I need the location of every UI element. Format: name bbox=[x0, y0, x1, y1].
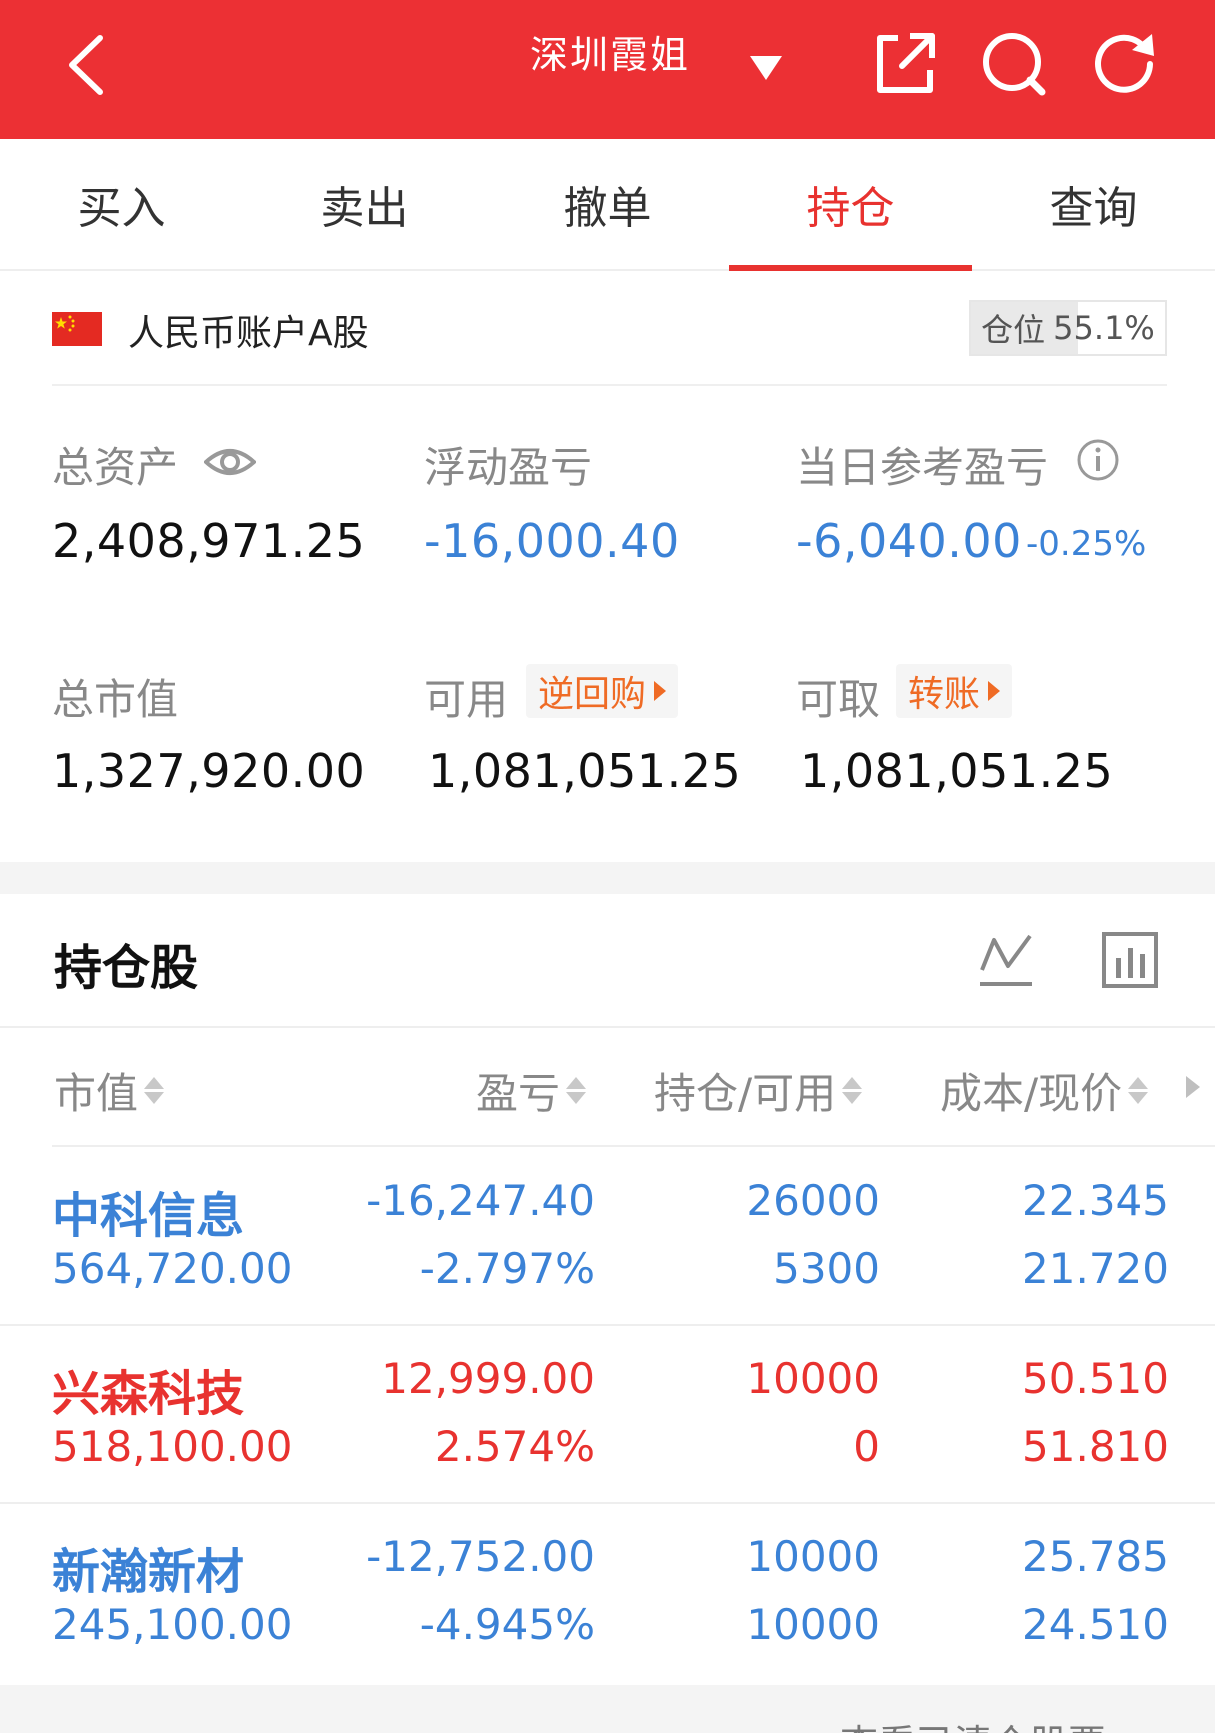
stock-market-value: 245,100.00 bbox=[52, 1600, 293, 1649]
refresh-icon[interactable] bbox=[1090, 28, 1162, 100]
account-title[interactable]: 深圳霞姐 bbox=[530, 24, 690, 79]
back-icon[interactable] bbox=[60, 30, 120, 100]
divider bbox=[52, 1145, 1215, 1147]
stock-cost: 50.510 bbox=[1022, 1354, 1169, 1403]
stock-cost: 22.345 bbox=[1022, 1176, 1169, 1225]
stock-position: 10000 bbox=[746, 1532, 880, 1581]
tab-query[interactable]: 查询 bbox=[972, 139, 1215, 269]
sort-icon bbox=[1128, 1077, 1149, 1104]
stock-price: 24.510 bbox=[1022, 1600, 1169, 1649]
play-arrow-icon bbox=[654, 681, 667, 701]
floating-pl-label: 浮动盈亏 bbox=[424, 443, 593, 492]
stock-price: 51.810 bbox=[1022, 1422, 1169, 1471]
stock-pl-percent: -4.945% bbox=[419, 1600, 595, 1649]
position-label: 仓位 bbox=[981, 311, 1046, 349]
stock-name[interactable]: 新瀚新材 bbox=[52, 1532, 244, 1602]
top-bar: 深圳霞姐 bbox=[0, 0, 1215, 139]
china-flag-icon bbox=[52, 312, 102, 346]
position-ratio-badge: 仓位 55.1% bbox=[969, 300, 1167, 356]
stock-position: 26000 bbox=[746, 1176, 880, 1225]
stock-pl-percent: 2.574% bbox=[434, 1422, 595, 1471]
total-assets-label: 总资产 bbox=[52, 443, 179, 492]
eye-icon[interactable] bbox=[204, 442, 256, 482]
sort-icon bbox=[566, 1077, 587, 1104]
stock-available: 0 bbox=[853, 1422, 880, 1471]
col-market-value[interactable]: 市值 bbox=[54, 1060, 165, 1121]
stock-market-value: 564,720.00 bbox=[52, 1244, 293, 1293]
holding-row[interactable]: 中科信息 564,720.00 -16,247.40 -2.797% 26000… bbox=[0, 1148, 1215, 1326]
col-cost-price[interactable]: 成本/现价 bbox=[940, 1060, 1149, 1121]
stock-pl: 12,999.00 bbox=[381, 1354, 595, 1403]
search-icon[interactable] bbox=[978, 28, 1050, 100]
stock-price: 21.720 bbox=[1022, 1244, 1169, 1293]
footer-band: 查看已清仓股票 > bbox=[0, 1685, 1215, 1733]
holding-row[interactable]: 新瀚新材 245,100.00 -12,752.00 -4.945% 10000… bbox=[0, 1504, 1215, 1682]
stock-name[interactable]: 兴森科技 bbox=[52, 1354, 244, 1424]
market-value-label: 总市值 bbox=[52, 675, 179, 724]
floating-pl-value: -16,000.40 bbox=[424, 514, 680, 568]
available-label: 可用 bbox=[424, 675, 509, 724]
reverse-repo-label: 逆回购 bbox=[538, 674, 647, 715]
holdings-title: 持仓股 bbox=[54, 940, 199, 996]
available-value: 1,081,051.25 bbox=[428, 744, 742, 798]
today-pl-label: 当日参考盈亏 bbox=[796, 443, 1049, 492]
cleared-stocks-link[interactable]: 查看已清仓股票 > bbox=[840, 1713, 1150, 1733]
reverse-repo-button[interactable]: 逆回购 bbox=[526, 664, 679, 718]
bar-chart-icon[interactable] bbox=[1100, 930, 1160, 990]
tab-buy[interactable]: 买入 bbox=[0, 139, 243, 269]
line-chart-icon[interactable] bbox=[976, 930, 1036, 990]
play-arrow-icon bbox=[988, 681, 1001, 701]
stock-market-value: 518,100.00 bbox=[52, 1422, 293, 1471]
account-row: 人民币账户A股 仓位 55.1% bbox=[52, 300, 1167, 386]
stock-name[interactable]: 中科信息 bbox=[52, 1176, 244, 1246]
holding-row[interactable]: 兴森科技 518,100.00 12,999.00 2.574% 10000 0… bbox=[0, 1326, 1215, 1504]
info-icon[interactable] bbox=[1076, 438, 1120, 482]
position-value: 55.1% bbox=[1053, 309, 1155, 347]
stock-available: 10000 bbox=[746, 1600, 880, 1649]
stock-pl: -12,752.00 bbox=[366, 1532, 595, 1581]
section-divider bbox=[0, 862, 1215, 894]
stock-available: 5300 bbox=[773, 1244, 880, 1293]
stock-cost: 25.785 bbox=[1022, 1532, 1169, 1581]
withdrawable-value: 1,081,051.25 bbox=[800, 744, 1114, 798]
total-assets-value: 2,408,971.25 bbox=[52, 514, 366, 568]
transfer-label: 转账 bbox=[908, 674, 981, 715]
col-position-available[interactable]: 持仓/可用 bbox=[654, 1060, 863, 1121]
today-pl-percent: -0.25% bbox=[1026, 524, 1147, 564]
stock-pl-percent: -2.797% bbox=[419, 1244, 595, 1293]
account-name: 人民币账户A股 bbox=[128, 313, 369, 354]
col-profit-loss[interactable]: 盈亏 bbox=[476, 1060, 587, 1121]
sort-icon bbox=[144, 1077, 165, 1104]
dropdown-caret-icon[interactable] bbox=[746, 52, 786, 82]
market-value: 1,327,920.00 bbox=[52, 744, 366, 798]
withdrawable-label: 可取 bbox=[796, 675, 881, 724]
tab-holdings[interactable]: 持仓 bbox=[729, 139, 972, 271]
trade-tabs: 买入 卖出 撤单 持仓 查询 bbox=[0, 139, 1215, 271]
divider bbox=[0, 1026, 1215, 1028]
today-pl-value: -6,040.00 bbox=[796, 514, 1022, 568]
tab-sell[interactable]: 卖出 bbox=[243, 139, 486, 269]
share-icon[interactable] bbox=[868, 28, 940, 100]
scroll-right-icon[interactable] bbox=[1186, 1076, 1200, 1098]
stock-pl: -16,247.40 bbox=[366, 1176, 595, 1225]
transfer-button[interactable]: 转账 bbox=[896, 664, 1013, 718]
tab-cancel[interactable]: 撤单 bbox=[486, 139, 729, 269]
sort-icon bbox=[842, 1077, 863, 1104]
stock-position: 10000 bbox=[746, 1354, 880, 1403]
